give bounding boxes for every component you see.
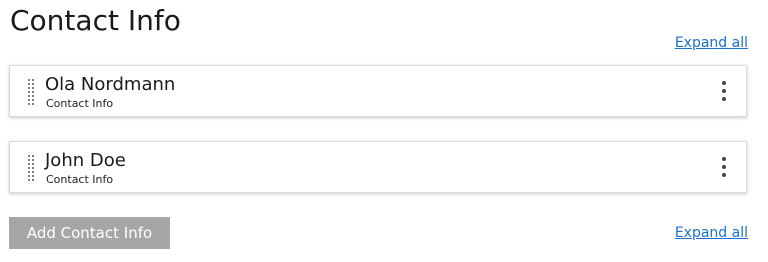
page-title: Contact Info [10,4,181,37]
contact-card[interactable]: John Doe Contact Info [9,141,747,193]
expand-all-link-top[interactable]: Expand all [675,35,748,51]
contact-subtitle: Contact Info [46,173,114,186]
contact-name: John Doe [45,150,126,171]
add-contact-info-button[interactable]: Add Contact Info [9,217,170,249]
drag-handle-icon[interactable] [27,154,35,184]
drag-handle-icon[interactable] [27,78,35,108]
contact-subtitle: Contact Info [46,97,114,110]
contact-name: Ola Nordmann [45,74,176,95]
more-vertical-icon[interactable] [720,155,728,181]
contact-info-page: Contact Info Expand all Ola Nordmann Con… [0,0,768,262]
expand-all-link-bottom[interactable]: Expand all [675,225,748,241]
contact-card[interactable]: Ola Nordmann Contact Info [9,65,747,117]
more-vertical-icon[interactable] [720,79,728,105]
